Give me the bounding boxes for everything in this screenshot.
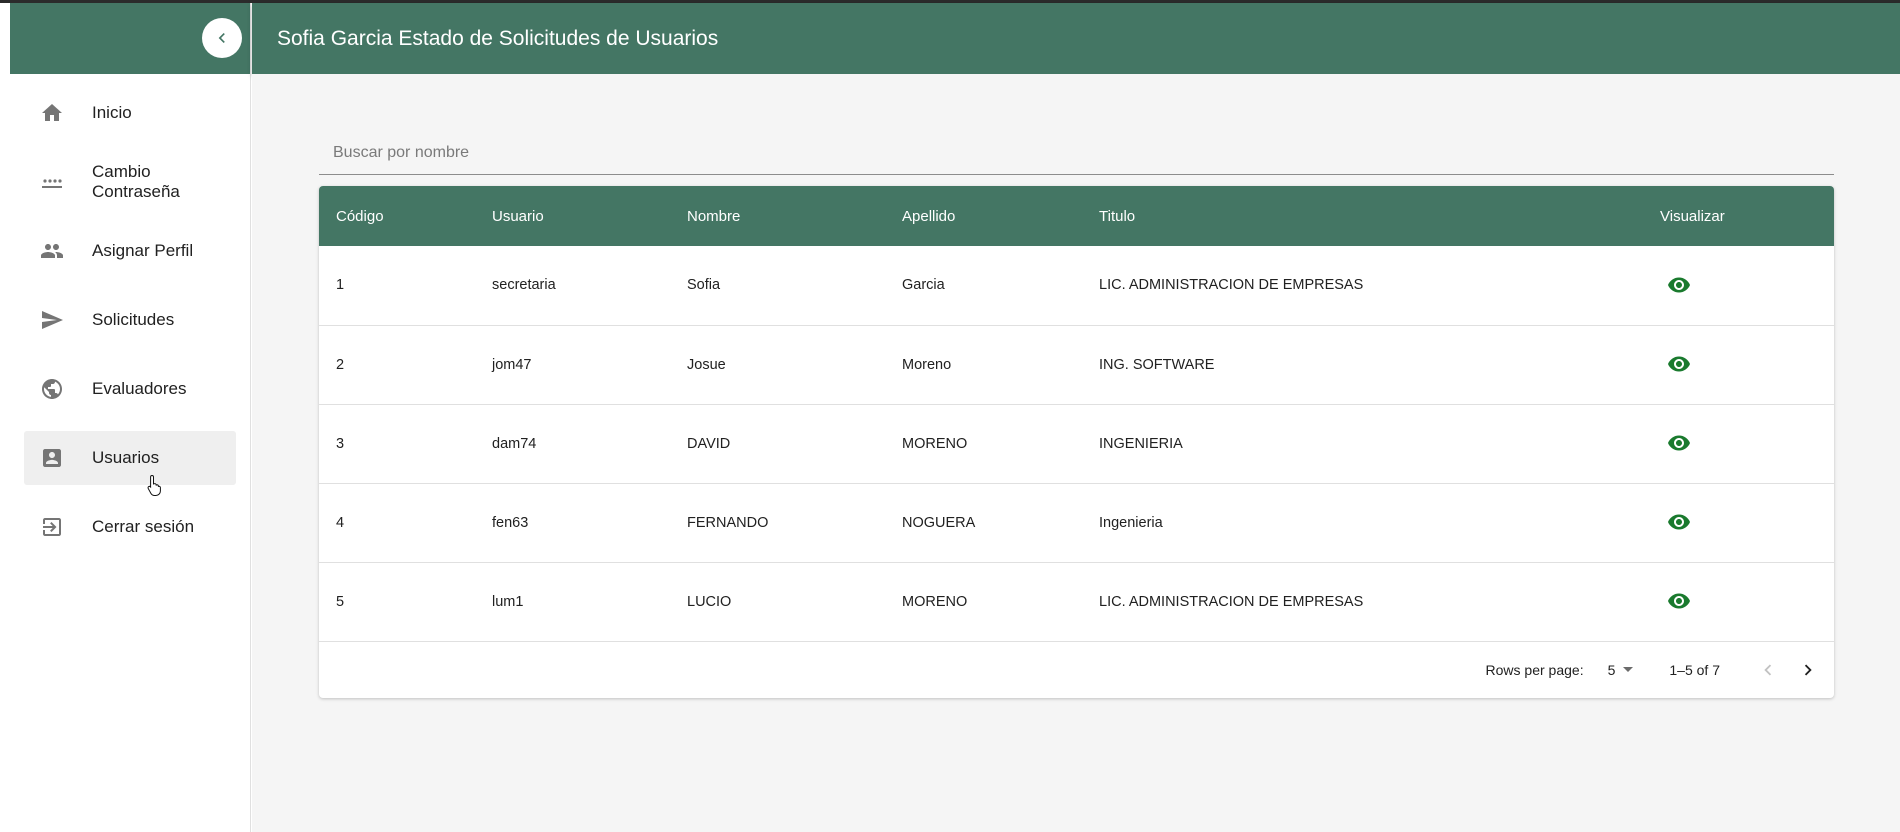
page-title: Sofia Garcia Estado de Solicitudes de Us… xyxy=(277,27,719,50)
sidebar-item-inicio[interactable]: Inicio xyxy=(24,86,236,140)
sidebar-item-label: Inicio xyxy=(92,103,132,122)
cell-codigo: 4 xyxy=(336,514,345,531)
cell-apellido: Garcia xyxy=(902,277,945,294)
view-button[interactable] xyxy=(1664,428,1694,458)
people-icon xyxy=(40,239,64,263)
eye-icon xyxy=(1668,514,1690,530)
table-row: 2 jom47 Josue Moreno ING. SOFTWARE xyxy=(319,325,1834,404)
column-header-usuario[interactable]: Usuario xyxy=(475,186,670,246)
eye-icon xyxy=(1668,593,1690,609)
cell-apellido: NOGUERA xyxy=(902,514,976,531)
view-button[interactable] xyxy=(1664,507,1694,537)
cell-titulo: ING. SOFTWARE xyxy=(1099,356,1215,373)
sidebar-item-label: Cambio Contraseña xyxy=(92,162,180,201)
cell-nombre: Sofia xyxy=(687,277,721,294)
chevron-left-icon xyxy=(218,33,225,43)
pagination-range: 1–5 of 7 xyxy=(1669,661,1720,678)
table-pagination: Rows per page: 5 1–5 of 7 xyxy=(319,641,1834,698)
sidebar-item-asignar-perfil[interactable]: Asignar Perfil xyxy=(24,224,236,278)
cell-visualizar xyxy=(1643,246,1834,325)
table-row: 3 dam74 DAVID MORENO INGENIERIA xyxy=(319,404,1834,483)
send-icon xyxy=(40,308,64,332)
dropdown-arrow-icon xyxy=(1623,667,1634,672)
sidebar-nav: Inicio Cambio Contraseña Asignar Perfil … xyxy=(10,86,250,554)
logout-icon xyxy=(40,515,64,539)
cell-visualizar xyxy=(1643,404,1834,483)
cell-nombre: FERNANDO xyxy=(687,514,769,531)
view-button[interactable] xyxy=(1664,349,1694,379)
main-content: Código Usuario Nombre Apellido Titulo Vi… xyxy=(252,74,1900,832)
sidebar-item-label: Evaluadores xyxy=(92,379,187,398)
chevron-right-icon xyxy=(1804,664,1812,675)
face-icon xyxy=(40,377,64,401)
sidebar-item-label: Cerrar sesión xyxy=(92,517,195,536)
rows-per-page-select[interactable]: 5 xyxy=(1608,662,1634,678)
sidebar-header xyxy=(10,3,250,74)
next-page-button[interactable] xyxy=(1794,656,1822,684)
cell-nombre: Josue xyxy=(687,356,726,373)
sidebar-item-solicitudes[interactable]: Solicitudes xyxy=(24,293,236,347)
eye-icon xyxy=(1668,277,1690,293)
cell-nombre: DAVID xyxy=(687,435,731,452)
cell-codigo: 3 xyxy=(336,435,345,452)
sidebar-item-evaluadores[interactable]: Evaluadores xyxy=(24,362,236,416)
rows-per-page-value: 5 xyxy=(1607,661,1616,678)
view-button[interactable] xyxy=(1664,270,1694,300)
table-row: 5 lum1 LUCIO MORENO LIC. ADMINISTRACION … xyxy=(319,562,1834,641)
sidebar: Inicio Cambio Contraseña Asignar Perfil … xyxy=(10,3,251,832)
table-row: 4 fen63 FERNANDO NOGUERA Ingenieria xyxy=(319,483,1834,562)
column-header-apellido[interactable]: Apellido xyxy=(885,186,1082,246)
cell-nombre: LUCIO xyxy=(687,593,732,610)
cell-titulo: LIC. ADMINISTRACION DE EMPRESAS xyxy=(1099,593,1364,610)
column-header-titulo[interactable]: Titulo xyxy=(1082,186,1643,246)
column-header-visualizar: Visualizar xyxy=(1660,207,1725,225)
cell-codigo: 2 xyxy=(336,356,345,373)
cell-visualizar xyxy=(1643,483,1834,562)
cell-usuario: secretaria xyxy=(492,277,556,294)
password-icon xyxy=(40,170,64,194)
cell-apellido: Moreno xyxy=(902,356,952,373)
previous-page-button[interactable] xyxy=(1754,656,1782,684)
collapse-sidebar-button[interactable] xyxy=(202,18,242,58)
cell-apellido: MORENO xyxy=(902,435,968,452)
cell-usuario: fen63 xyxy=(492,514,529,531)
home-icon xyxy=(40,101,64,125)
cell-titulo: INGENIERIA xyxy=(1099,435,1183,452)
cell-usuario: jom47 xyxy=(492,356,532,373)
column-header-nombre[interactable]: Nombre xyxy=(670,186,885,246)
chevron-left-icon xyxy=(1764,664,1772,675)
search-input[interactable] xyxy=(319,131,1834,175)
sidebar-item-cerrar-sesion[interactable]: Cerrar sesión xyxy=(24,500,236,554)
cell-visualizar xyxy=(1643,562,1834,641)
cell-titulo: Ingenieria xyxy=(1099,514,1163,531)
app-header: Sofia Garcia Estado de Solicitudes de Us… xyxy=(252,3,1900,74)
column-header-codigo[interactable]: Código xyxy=(319,186,475,246)
view-button[interactable] xyxy=(1664,586,1694,616)
sidebar-item-usuarios[interactable]: Usuarios xyxy=(24,431,236,485)
sidebar-item-label: Asignar Perfil xyxy=(92,241,194,260)
cell-titulo: LIC. ADMINISTRACION DE EMPRESAS xyxy=(1099,277,1364,294)
table-row: 1 secretaria Sofia Garcia LIC. ADMINISTR… xyxy=(319,246,1834,325)
mouse-pointer-icon xyxy=(147,474,161,496)
rows-per-page-label: Rows per page: xyxy=(1485,661,1584,678)
cell-visualizar xyxy=(1643,325,1834,404)
cell-usuario: lum1 xyxy=(492,593,524,610)
cell-apellido: MORENO xyxy=(902,593,968,610)
users-table-card: Código Usuario Nombre Apellido Titulo Vi… xyxy=(319,186,1834,698)
users-table: Código Usuario Nombre Apellido Titulo Vi… xyxy=(319,186,1834,642)
cell-codigo: 1 xyxy=(336,277,345,294)
eye-icon xyxy=(1668,435,1690,451)
eye-icon xyxy=(1668,356,1690,372)
account-box-icon xyxy=(40,446,64,470)
sidebar-item-label: Solicitudes xyxy=(92,310,175,329)
table-header-row: Código Usuario Nombre Apellido Titulo Vi… xyxy=(319,186,1834,246)
cell-codigo: 5 xyxy=(336,593,345,610)
cell-usuario: dam74 xyxy=(492,435,537,452)
sidebar-item-label: Usuarios xyxy=(92,448,160,467)
sidebar-item-cambio-contrasena[interactable]: Cambio Contraseña xyxy=(24,155,236,209)
